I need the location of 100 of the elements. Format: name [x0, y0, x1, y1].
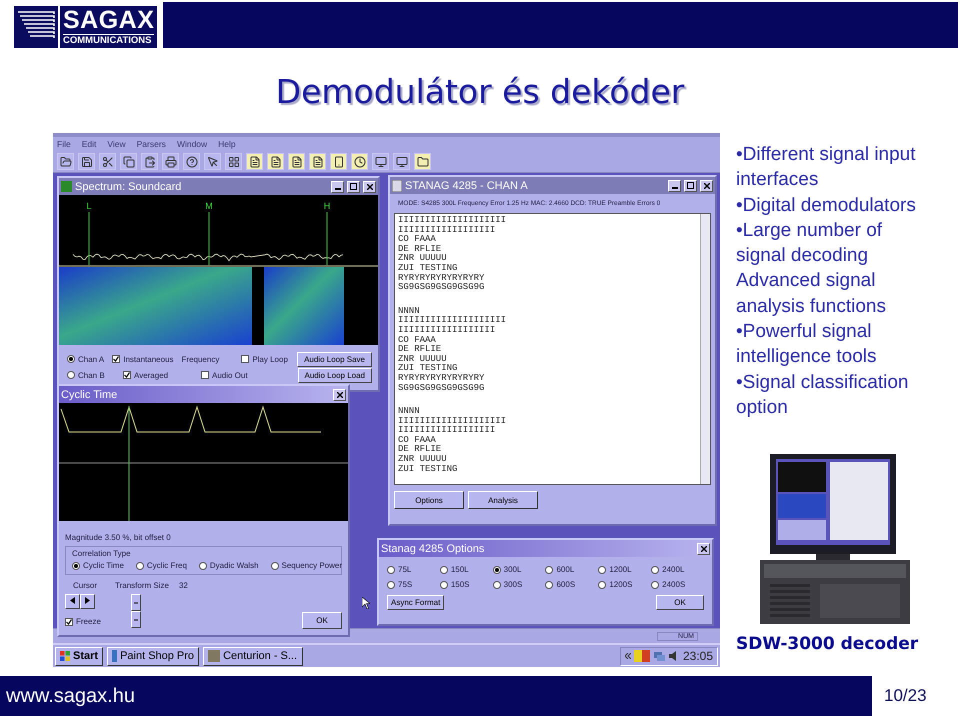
radio-button[interactable] [72, 562, 80, 570]
device-icon [332, 156, 344, 168]
feature-bullet: •Large number of signal decoding [736, 218, 884, 268]
radio-button[interactable] [67, 371, 75, 379]
audio-loop-button[interactable]: Audio Loop Save [297, 352, 372, 366]
taskbar-button[interactable]: Paint Shop Pro [107, 646, 200, 666]
checkbox[interactable] [241, 355, 250, 363]
option-label: 75L [398, 565, 412, 574]
radio-button[interactable] [67, 355, 75, 363]
checkbox[interactable] [65, 618, 73, 626]
group-label: Correlation Type [72, 549, 132, 558]
decoded-line: RYRYRYRYRYRYRYRY [398, 374, 486, 384]
scrollbar[interactable] [700, 214, 710, 484]
radio-button[interactable] [270, 562, 279, 570]
option-label: Audio Out [212, 370, 248, 380]
radio-button[interactable] [651, 566, 660, 574]
decoded-line: DE RFLIE [398, 244, 442, 254]
radio-button[interactable] [545, 580, 554, 588]
decoded-line: ZUI TESTING [398, 264, 458, 274]
field-label: Cursor [73, 581, 98, 590]
taskbar-button[interactable]: Centurion - S... [203, 646, 304, 666]
folder-icon [416, 156, 428, 168]
close-button[interactable] [363, 180, 376, 192]
checkbox[interactable] [123, 371, 131, 379]
slide-title: Demodulátor és dekóder [274, 71, 686, 113]
document-icon [248, 156, 260, 168]
close-icon [704, 182, 710, 188]
window-icon [392, 180, 402, 192]
radio-button[interactable] [598, 580, 606, 588]
checkbox[interactable] [112, 355, 120, 363]
radio-button[interactable] [387, 566, 395, 574]
window-button[interactable]: Options [394, 491, 464, 509]
logo-subtitle: COMMUNICATIONS [63, 34, 154, 47]
language-indicator-icon [634, 650, 650, 662]
minimize-button[interactable] [331, 180, 344, 192]
spin-down-button[interactable] [130, 611, 141, 628]
spin-up-button[interactable] [130, 594, 141, 611]
logo-wordmark: SAGAX [63, 7, 154, 34]
radio-button[interactable] [136, 562, 144, 570]
ok-button[interactable]: OK [302, 612, 342, 629]
radio-button[interactable] [492, 580, 501, 588]
close-button[interactable] [700, 180, 713, 192]
close-button[interactable] [697, 542, 710, 554]
field-value: 32 [178, 581, 188, 590]
radio-button[interactable] [387, 580, 395, 588]
audio-loop-button[interactable]: Audio Loop Load [298, 368, 372, 382]
minimize-button[interactable] [668, 180, 681, 192]
maximize-icon [687, 182, 694, 189]
close-icon [700, 546, 706, 552]
help-icon [186, 156, 198, 168]
decoded-line: ZUI TESTING [398, 464, 458, 474]
radio-button[interactable] [440, 580, 448, 588]
radio-button[interactable] [440, 566, 448, 574]
document-icon [312, 156, 324, 168]
app-icon [112, 650, 118, 662]
right-arrow-button[interactable] [80, 594, 95, 609]
radio-button[interactable] [598, 566, 606, 574]
decoded-line: DE RFLIE [398, 345, 442, 355]
website-url: www.sagax.hu [6, 684, 135, 708]
maximize-button[interactable] [347, 180, 360, 192]
decoded-line: IIIIIIIIIIIIIIIIIIII [398, 216, 508, 226]
menu-item[interactable]: Parsers [136, 139, 166, 149]
decoded-line: SG9GSG9GSG9GSG9G [398, 283, 486, 293]
field-label: Transform Size [115, 581, 169, 590]
window-button[interactable]: Analysis [468, 491, 538, 509]
radio-button[interactable] [545, 566, 554, 574]
start-button[interactable]: Start [55, 646, 104, 666]
option-label: 300S [504, 580, 522, 589]
marker-label: H [324, 201, 330, 211]
maximize-button[interactable] [684, 180, 697, 192]
left-arrow-button[interactable] [65, 594, 80, 609]
copy-icon [122, 156, 134, 168]
menu-item[interactable]: View [107, 139, 126, 149]
menu-item[interactable]: Window [176, 139, 208, 149]
option-label: 1200L [609, 565, 632, 574]
radio-button[interactable] [492, 566, 501, 574]
window-title: Cyclic Time [61, 388, 118, 400]
option-label: Chan A [78, 354, 104, 364]
decoded-line: CO FAAA [398, 336, 437, 345]
clipboard-icon [144, 156, 156, 168]
checkbox[interactable] [201, 371, 209, 379]
menu-item[interactable]: Edit [82, 139, 96, 149]
decoded-line: SG9GSG9GSG9GSG9G [398, 384, 486, 394]
feature-bullet: Advanced signal analysis functions [736, 269, 887, 319]
decoded-line: DE RFLIE [398, 445, 442, 455]
ok-button[interactable]: OK [656, 595, 704, 610]
option-label: Cyclic Freq [146, 561, 187, 570]
page-number: 10/23 [884, 686, 927, 706]
decoded-line: IIIIIIIIIIIIIIIIIIII [398, 416, 508, 426]
option-label: Averaged [134, 370, 168, 380]
menu-item[interactable]: File [57, 139, 71, 149]
option-label: 2400S [662, 580, 686, 589]
close-button[interactable] [333, 388, 346, 400]
option-label: Cyclic Time [83, 561, 124, 570]
field-label: Frequency [182, 354, 220, 364]
menu-item[interactable]: Help [218, 139, 236, 149]
radio-button[interactable] [651, 580, 660, 588]
async-format-button[interactable]: Async Format [387, 595, 444, 610]
radio-button[interactable] [198, 562, 207, 570]
marker-label: L [86, 201, 92, 211]
